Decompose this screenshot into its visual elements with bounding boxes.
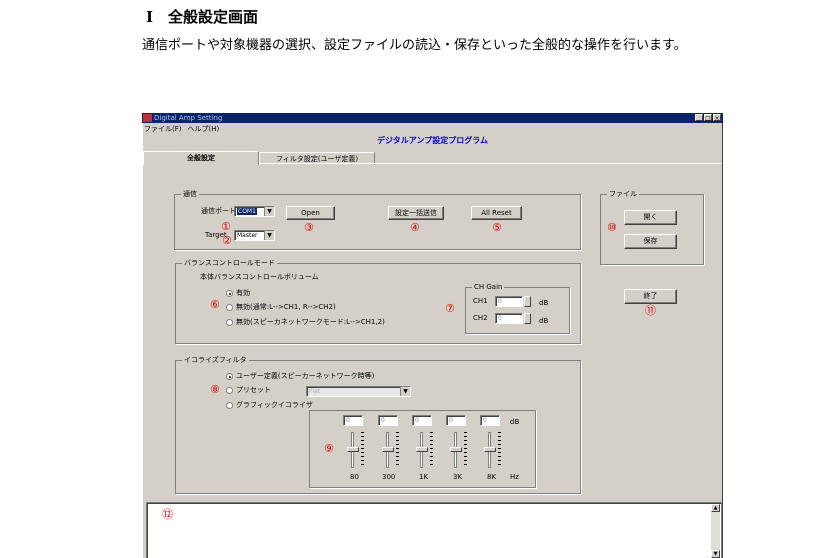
balance-sub-label: 本体バランスコントロールボリューム [200,273,319,281]
log-scrollbar[interactable]: ▲ ▼ [711,504,720,558]
all-reset-button[interactable]: All Reset [471,206,522,220]
eq-option-preset: プリセット [236,386,271,394]
chevron-down-icon: ▼ [400,387,410,396]
ch2-gain-input[interactable]: 0 [495,313,523,324]
callout-4: ④ [410,221,420,234]
comm-group: 通信 [174,189,581,250]
balance-option-enabled: 有効 [236,289,250,297]
eq-unit: dB [510,418,520,426]
exit-button[interactable]: 終了 [624,289,677,304]
section-description: 通信ポートや対象機器の選択、設定ファイルの読込・保存といった全般的な操作を行いま… [142,38,687,53]
close-button[interactable]: × [713,114,721,122]
file-group-label: ファイル [607,189,639,199]
band-1k-ticks [430,432,433,467]
ch2-spinner[interactable] [524,313,531,324]
band-80-label: 80 [350,473,359,481]
callout-3: ③ [304,221,314,234]
balance-radio-enabled[interactable] [226,290,233,297]
minimize-button[interactable]: _ [695,114,703,122]
eq-option-graphic: グラフィックイコライザ [236,401,313,409]
scroll-up-icon[interactable]: ▲ [711,504,720,512]
send-all-button[interactable]: 設定一括送信 [388,206,444,220]
ch-gain-label: CH Gain [472,282,505,292]
callout-11: ⑪ [645,304,656,317]
callout-8: ⑧ [210,383,220,396]
app-window: Digital Amp Setting _ □ × ファイル(F) ヘルプ(H)… [142,113,723,558]
ch1-gain-input[interactable]: 0 [495,296,523,307]
balance-radio-network[interactable] [226,319,233,326]
file-open-button[interactable]: 開く [624,210,677,225]
eq-radio-preset[interactable] [226,387,233,394]
band-1k-label: 1K [419,473,429,481]
callout-10: ⑩ [607,221,617,234]
callout-9: ⑨ [324,442,334,455]
chevron-down-icon: ▼ [264,231,274,240]
hz-label: Hz [510,473,519,481]
port-select[interactable]: COM1 ▼ [234,206,275,217]
balance-option-network: 無効(スピーカネットワークモード:L-->CH1,2) [236,318,385,326]
preset-value: Flat [309,388,321,395]
ch1-label: CH1 [473,297,488,305]
band-300-slider[interactable] [382,447,394,452]
band-300-label: 300 [382,473,396,481]
balance-group-label: バランスコントロールモード [182,258,277,268]
title-bar[interactable]: Digital Amp Setting _ □ × [142,113,723,123]
open-port-button[interactable]: Open [286,206,335,220]
band-3k-slider[interactable] [450,447,462,452]
scroll-down-icon[interactable]: ▼ [711,550,720,558]
band-8k-slider[interactable] [484,447,496,452]
log-area[interactable]: ⑫ ▲ ▼ [146,502,722,558]
section-heading: Ⅰ 全般設定画面 [146,8,259,26]
eq-group-label: イコライズフィルタ [182,355,249,365]
port-value: COM1 [237,208,257,215]
preset-select[interactable]: Flat ▼ [306,386,411,397]
callout-6: ⑥ [210,298,220,311]
callout-1: ① [221,220,231,233]
callout-7: ⑦ [445,302,455,315]
band-8k-ticks [498,432,501,467]
ch1-spinner[interactable] [524,296,531,307]
callout-5: ⑤ [492,221,502,234]
band-80-input[interactable]: 0 [343,415,363,426]
callout-2: ② [222,234,232,247]
ch1-unit: dB [539,299,549,307]
balance-radio-normal[interactable] [226,304,233,311]
ch-gain-group: CH Gain [465,282,570,334]
band-300-input[interactable]: 0 [378,415,398,426]
target-select[interactable]: Master ▼ [234,230,275,241]
band-3k-input[interactable]: 0 [446,415,466,426]
menu-bar: ファイル(F) ヘルプ(H) [144,124,219,134]
file-save-button[interactable]: 保存 [624,234,677,249]
ch2-label: CH2 [473,314,488,322]
target-value: Master [237,232,258,239]
chevron-down-icon: ▼ [264,207,274,216]
menu-file[interactable]: ファイル(F) [144,124,182,134]
band-8k-label: 8K [487,473,497,481]
eq-radio-user[interactable] [226,373,233,380]
callout-12: ⑫ [162,508,173,521]
eq-radio-graphic[interactable] [226,402,233,409]
band-3k-label: 3K [453,473,463,481]
band-3k-ticks [464,432,467,467]
band-80-ticks [361,432,364,467]
app-title: デジタルアンプ設定プログラム [376,136,489,145]
band-8k-input[interactable]: 0 [480,415,500,426]
maximize-button[interactable]: □ [704,114,712,122]
app-icon [143,114,152,122]
band-80-slider[interactable] [347,447,359,452]
tab-general[interactable]: 全般設定 [143,151,259,165]
ch2-unit: dB [539,317,549,325]
eq-option-user: ユーザー定義(スピーカーネットワーク時等) [236,372,375,380]
window-title: Digital Amp Setting [154,114,223,122]
comm-group-label: 通信 [181,189,199,199]
menu-help[interactable]: ヘルプ(H) [188,124,220,134]
band-1k-input[interactable]: 0 [412,415,432,426]
band-1k-slider[interactable] [416,447,428,452]
band-300-ticks [396,432,399,467]
tab-panel: 通信 通信ポート COM1 ▼ Target Master ▼ Open 設定一… [143,163,721,499]
balance-option-normal: 無効(通常:L-->CH1, R-->CH2) [236,303,336,311]
port-label: 通信ポート [201,207,236,215]
